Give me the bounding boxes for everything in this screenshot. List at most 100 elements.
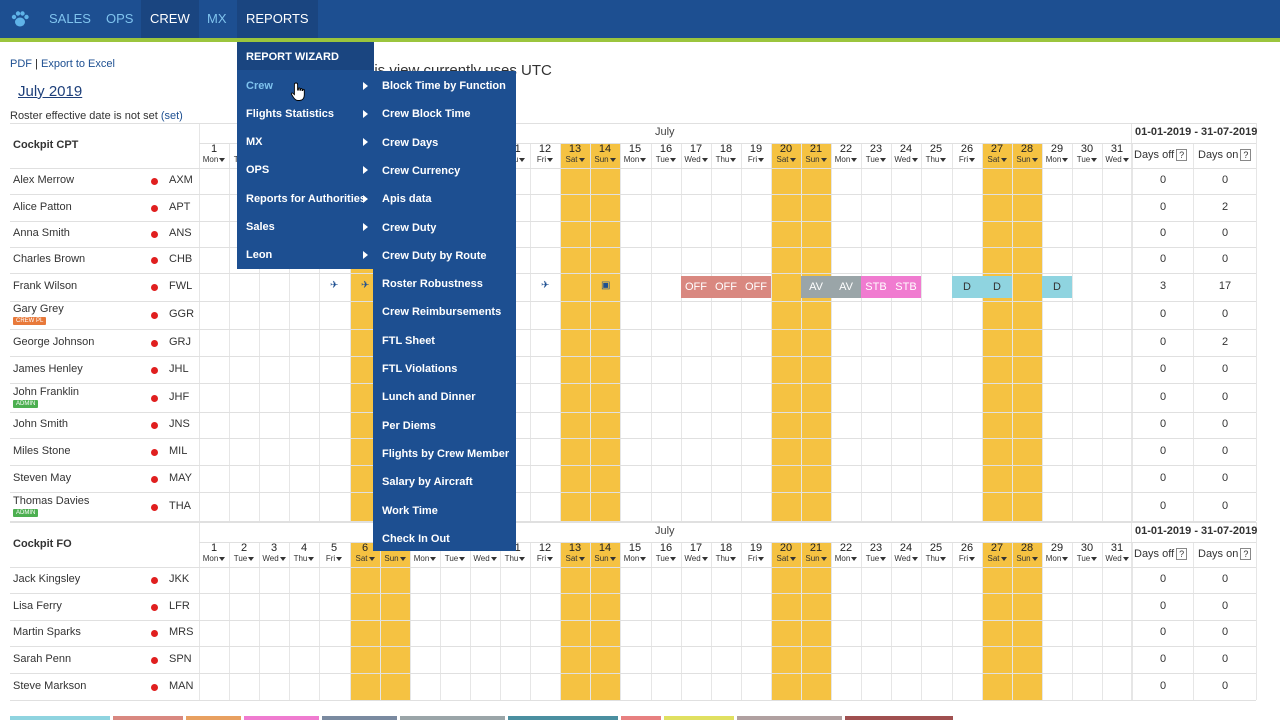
day-header[interactable]: 27 Sat [982,542,1012,563]
crew-name[interactable]: Miles Stone [13,445,70,457]
reports-menu-item-flights-statistics[interactable]: Flights Statistics [246,108,334,120]
caret-down-icon[interactable] [1122,157,1129,162]
caret-down-icon[interactable] [789,556,796,561]
plane-icon[interactable]: ✈ [541,280,549,291]
caret-down-icon[interactable] [640,556,647,561]
caret-down-icon[interactable] [519,556,526,561]
caret-down-icon[interactable] [969,157,976,162]
pdf-link[interactable]: PDF [10,58,32,70]
caret-down-icon[interactable] [670,157,677,162]
caret-down-icon[interactable] [459,556,466,561]
day-header[interactable]: 17 Wed [681,143,711,164]
day-header[interactable]: 26 Fri [952,542,982,563]
duty-block[interactable]: D [952,276,982,298]
day-header[interactable]: 31 Wed [1102,542,1132,563]
day-header[interactable]: 24 Wed [891,542,921,563]
crew-name[interactable]: Martin Sparks [13,626,81,638]
crew-report-ftl-sheet[interactable]: FTL Sheet [382,335,435,347]
caret-down-icon[interactable] [730,556,737,561]
caret-down-icon[interactable] [1091,157,1098,162]
day-header[interactable]: 30 Tue [1072,143,1102,164]
day-header[interactable]: 15 Mon [620,542,650,563]
nav-ops[interactable]: OPS [97,0,142,38]
nav-sales[interactable]: SALES [40,0,100,38]
caret-down-icon[interactable] [368,556,375,561]
plane-icon[interactable]: ✈ [330,280,338,291]
caret-down-icon[interactable] [820,157,827,162]
day-header[interactable]: 28 Sun [1012,143,1042,164]
crew-report-block-time-by-function[interactable]: Block Time by Function [382,80,506,92]
export-excel-link[interactable]: Export to Excel [41,58,115,70]
caret-down-icon[interactable] [911,157,918,162]
help-icon[interactable]: ? [1176,149,1188,162]
caret-down-icon[interactable] [519,157,526,162]
crew-name[interactable]: Steve Markson [13,680,86,692]
crew-report-check-in-out[interactable]: Check In Out [382,533,450,545]
reports-menu-item-mx[interactable]: MX [246,136,263,148]
day-header[interactable]: 30 Tue [1072,542,1102,563]
day-header[interactable]: 23 Tue [861,542,891,563]
crew-report-crew-reimbursements[interactable]: Crew Reimbursements [382,306,501,318]
caret-down-icon[interactable] [851,157,858,162]
day-header[interactable]: 17 Wed [681,542,711,563]
day-header[interactable]: 5Fri [319,542,349,563]
crew-report-per-diems[interactable]: Per Diems [382,420,436,432]
month-title[interactable]: July 2019 [18,83,82,100]
caret-down-icon[interactable] [219,556,226,561]
duty-block[interactable]: D [1042,276,1072,298]
caret-down-icon[interactable] [609,556,616,561]
caret-down-icon[interactable] [609,157,616,162]
duty-block[interactable]: OFF [711,276,741,298]
help-icon[interactable]: ? [1240,149,1252,162]
crew-name[interactable]: Thomas Davies [13,495,89,507]
caret-down-icon[interactable] [670,556,677,561]
crew-report-crew-days[interactable]: Crew Days [382,137,438,149]
day-header[interactable]: 21 Sun [801,542,831,563]
caret-down-icon[interactable] [851,556,858,561]
crew-name[interactable]: Jack Kingsley [13,573,80,585]
caret-down-icon[interactable] [1031,556,1038,561]
crew-report-ftl-violations[interactable]: FTL Violations [382,363,457,375]
day-header[interactable]: 20 Sat [771,542,801,563]
crew-name[interactable]: Alice Patton [13,201,72,213]
day-header[interactable]: 31 Wed [1102,143,1132,164]
day-header[interactable]: 26 Fri [952,143,982,164]
report-wizard-item[interactable]: REPORT WIZARD [246,51,339,63]
caret-down-icon[interactable] [578,556,585,561]
caret-down-icon[interactable] [940,157,947,162]
day-header[interactable]: 18 Thu [711,143,741,164]
caret-down-icon[interactable] [701,157,708,162]
bus-icon[interactable]: ▣ [601,280,610,291]
caret-down-icon[interactable] [758,157,765,162]
crew-report-lunch-and-dinner[interactable]: Lunch and Dinner [382,391,476,403]
reports-menu-item-leon[interactable]: Leon [246,249,272,261]
caret-down-icon[interactable] [547,556,554,561]
reports-menu-item-crew[interactable]: Crew [246,80,273,92]
crew-name[interactable]: Steven May [13,472,71,484]
help-icon[interactable]: ? [1240,548,1252,561]
crew-report-salary-by-aircraft[interactable]: Salary by Aircraft [382,476,473,488]
duty-block[interactable]: D [982,276,1012,298]
caret-down-icon[interactable] [248,556,255,561]
duty-block[interactable]: OFF [681,276,711,298]
roster-set-link[interactable]: (set) [161,110,183,122]
caret-down-icon[interactable] [1122,556,1129,561]
day-header[interactable]: 24 Wed [891,143,921,164]
caret-down-icon[interactable] [820,556,827,561]
day-header[interactable]: 19 Fri [741,542,771,563]
reports-menu-item-reports-for-authorities[interactable]: Reports for Authorities [246,193,366,205]
day-header[interactable]: 16 Tue [651,143,681,164]
caret-down-icon[interactable] [940,556,947,561]
duty-block[interactable]: STB [861,276,891,298]
crew-report-crew-currency[interactable]: Crew Currency [382,165,460,177]
nav-crew[interactable]: CREW [141,0,199,38]
crew-name[interactable]: Gary Grey [13,303,64,315]
caret-down-icon[interactable] [730,157,737,162]
plane-icon[interactable]: ✈ [361,280,369,291]
crew-report-roster-robustness[interactable]: Roster Robustness [382,278,483,290]
caret-down-icon[interactable] [701,556,708,561]
crew-name[interactable]: James Henley [13,363,83,375]
caret-down-icon[interactable] [1000,157,1007,162]
day-header[interactable]: 14 Sun [590,143,620,164]
duty-block[interactable]: AV [801,276,831,298]
